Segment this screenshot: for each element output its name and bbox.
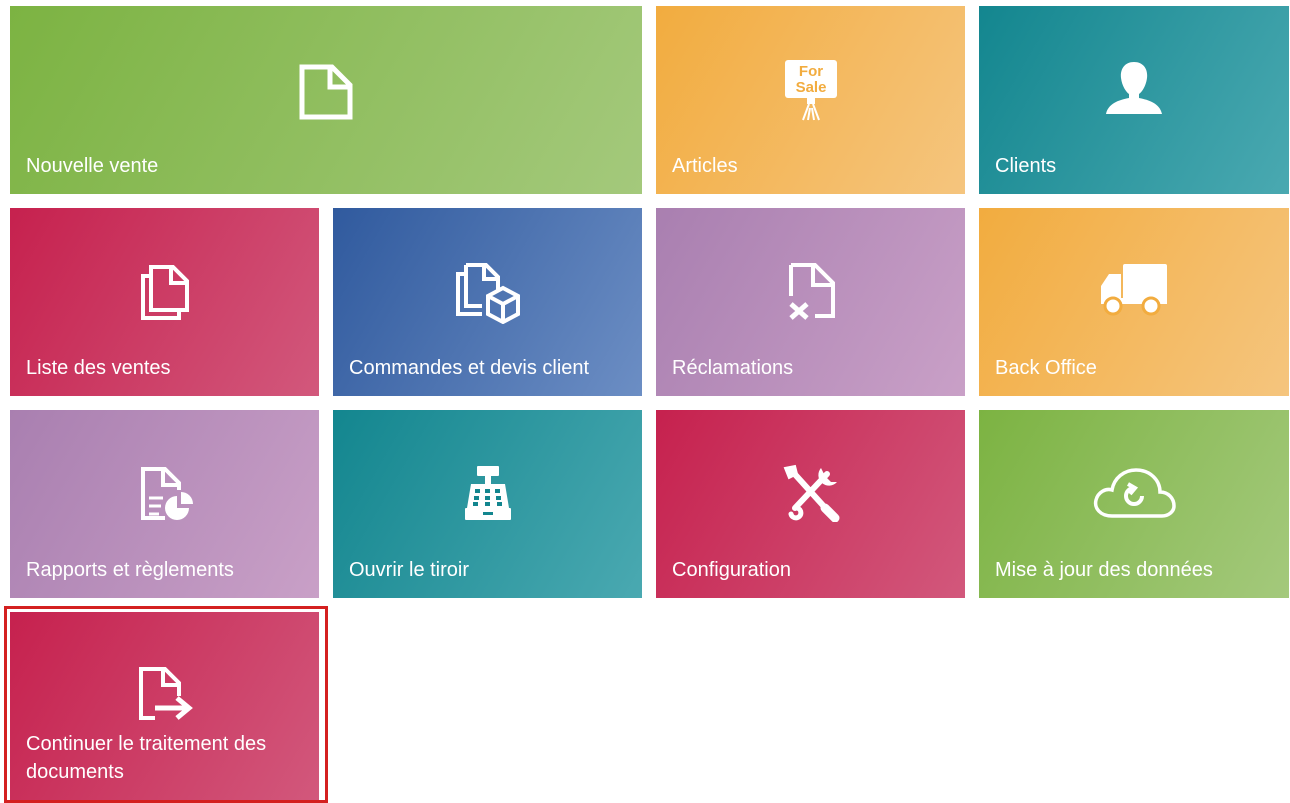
tile-label: Configuration (672, 559, 791, 581)
tile-label: Continuer le traitement des documents (26, 733, 267, 783)
truck-icon (979, 262, 1289, 318)
document-forward-icon (10, 666, 319, 724)
sign-text-line2: Sale (795, 79, 826, 96)
tile-nouvelle-vente[interactable]: Nouvelle vente (10, 6, 642, 194)
documents-stack-icon (10, 264, 319, 320)
tile-label: Mise à jour des données (995, 559, 1213, 581)
sign-text-line1: For (798, 63, 822, 80)
cloud-sync-icon (979, 466, 1289, 520)
tile-commandes[interactable]: Commandes et devis client (333, 208, 642, 396)
tile-liste-ventes[interactable]: Liste des ventes (10, 208, 319, 396)
document-icon (10, 64, 642, 120)
tile-label: Clients (995, 155, 1057, 177)
tile-label: Rapports et règlements (26, 559, 234, 581)
tile-label: Commandes et devis client (349, 357, 590, 379)
documents-box-icon (333, 262, 642, 324)
tile-back-office[interactable]: Back Office (979, 208, 1289, 396)
tile-reclamations[interactable]: Réclamations (656, 208, 965, 396)
document-cancel-icon (656, 262, 965, 320)
tile-label: Articles (672, 155, 738, 177)
tile-label: Back Office (995, 357, 1097, 379)
tile-articles[interactable]: For Sale Articles (656, 6, 965, 194)
tile-continuer[interactable]: Continuer le traitement des documents (10, 612, 319, 800)
tile-rapports[interactable]: Rapports et règlements (10, 410, 319, 598)
tile-label: Liste des ventes (26, 357, 171, 379)
person-icon (979, 60, 1289, 116)
tile-tiroir[interactable]: Ouvrir le tiroir (333, 410, 642, 598)
for-sale-sign-icon: For Sale (656, 58, 965, 122)
report-chart-icon (10, 466, 319, 522)
tile-label: Ouvrir le tiroir (349, 559, 470, 581)
tile-label: Nouvelle vente (26, 155, 159, 177)
tools-icon (656, 464, 965, 522)
tile-mise-a-jour[interactable]: Mise à jour des données (979, 410, 1289, 598)
cash-register-icon (333, 464, 642, 522)
tile-configuration[interactable]: Configuration (656, 410, 965, 598)
tile-clients[interactable]: Clients (979, 6, 1289, 194)
tile-label: Réclamations (672, 357, 794, 379)
